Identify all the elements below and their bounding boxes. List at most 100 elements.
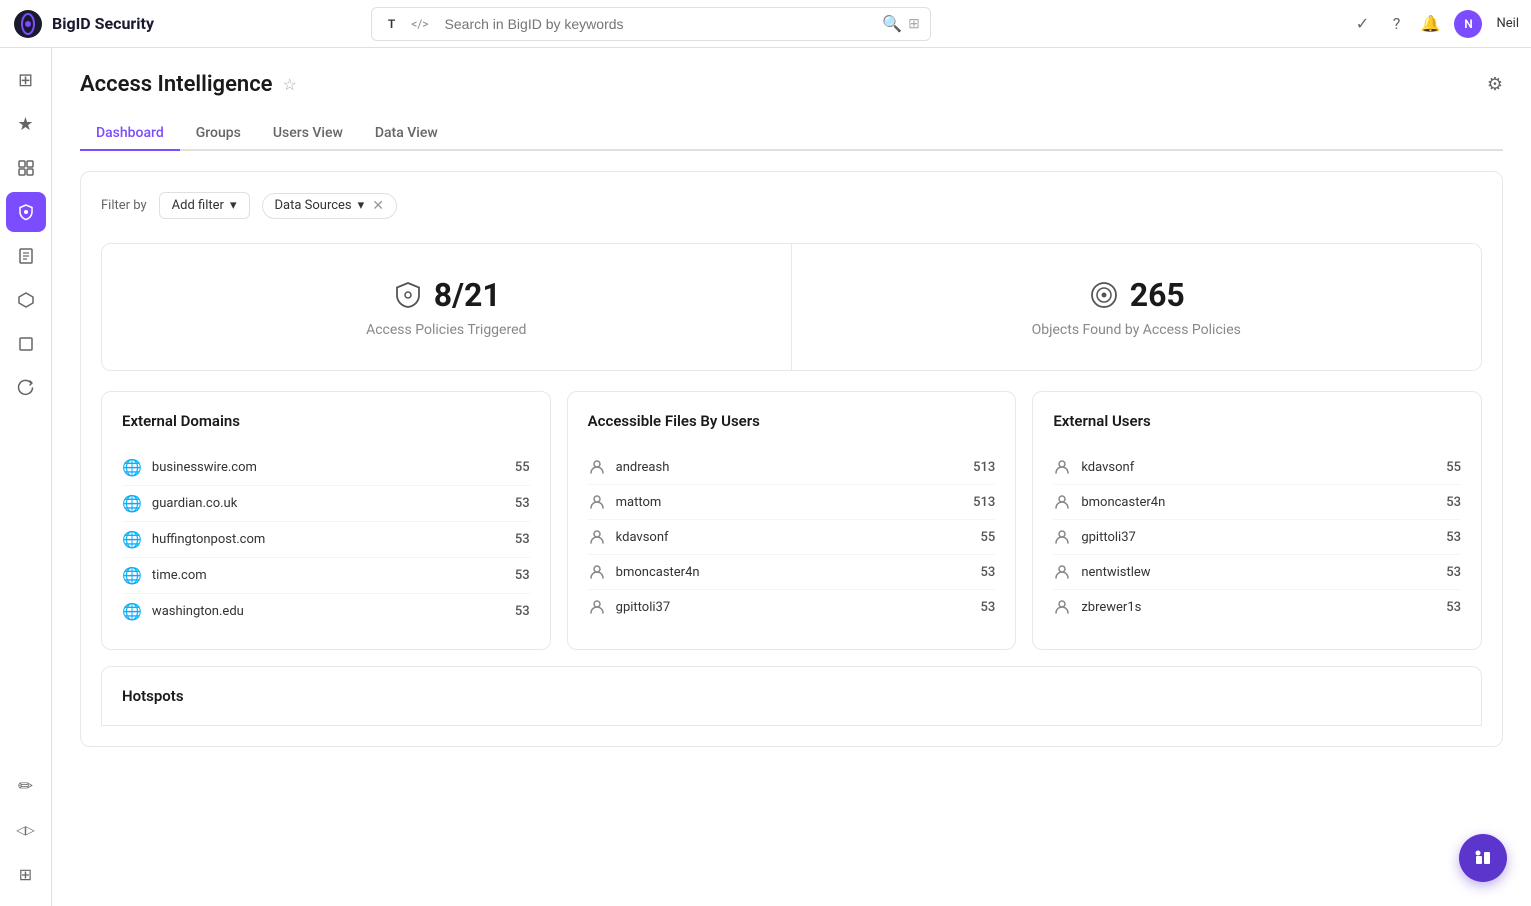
dashboard-panel: Filter by Add filter ▾ Data Sources ▾ ✕ <box>80 171 1503 747</box>
objects-found-label: Objects Found by Access Policies <box>1032 322 1241 338</box>
check-circle-icon[interactable]: ✓ <box>1352 14 1372 34</box>
list-item: 🌐 time.com 53 <box>122 558 530 594</box>
sidebar-bottom: ✏ ◁▷ ⊞ <box>6 766 46 894</box>
sidebar-item-favorites[interactable]: ★ <box>6 104 46 144</box>
access-policies-value-row: 8/21 <box>392 276 501 314</box>
add-filter-button[interactable]: Add filter ▾ <box>159 192 250 219</box>
ext-user-count: 53 <box>1446 600 1461 615</box>
data-sources-chip[interactable]: Data Sources ▾ ✕ <box>262 193 397 219</box>
tab-groups[interactable]: Groups <box>180 117 257 151</box>
sidebar-item-access-intelligence[interactable] <box>6 192 46 232</box>
page-title: Access Intelligence <box>80 72 273 97</box>
shield-stat-icon <box>392 279 424 311</box>
domain-count: 53 <box>515 496 530 511</box>
objects-found-stat: 265 Objects Found by Access Policies <box>792 244 1482 370</box>
user-icon <box>1053 458 1071 476</box>
tab-data-view[interactable]: Data View <box>359 117 454 151</box>
external-domains-title: External Domains <box>122 412 530 430</box>
stats-row: 8/21 Access Policies Triggered 265 Objec… <box>101 243 1482 371</box>
list-item: 🌐 guardian.co.uk 53 <box>122 486 530 522</box>
user-count: 53 <box>981 565 996 580</box>
sidebar-item-network[interactable] <box>6 280 46 320</box>
list-item: bmoncaster4n 53 <box>588 555 996 590</box>
chip-close-icon[interactable]: ✕ <box>372 198 384 214</box>
search-type-toggle: T </> <box>382 15 435 33</box>
page-title-row: Access Intelligence ☆ <box>80 72 297 97</box>
ext-user-count: 53 <box>1446 530 1461 545</box>
access-policies-label: Access Policies Triggered <box>366 322 526 338</box>
ext-user-name: kdavsonf <box>1081 460 1436 475</box>
user-icon <box>588 458 606 476</box>
domain-count: 53 <box>515 532 530 547</box>
logo-text: BigID Security <box>52 14 154 33</box>
access-policies-stat: 8/21 Access Policies Triggered <box>102 244 792 370</box>
help-icon[interactable]: ? <box>1386 14 1406 34</box>
tabs: Dashboard Groups Users View Data View <box>80 117 1503 151</box>
hotspots-card: Hotspots <box>101 666 1482 726</box>
sidebar-item-apps[interactable]: ⊞ <box>6 60 46 100</box>
sidebar-toggle[interactable]: ◁▷ <box>6 810 46 850</box>
code-search-pill[interactable]: </> <box>405 15 434 33</box>
list-item: bmoncaster4n 53 <box>1053 485 1461 520</box>
hotspots-title: Hotspots <box>122 687 1461 705</box>
filter-label: Filter by <box>101 198 147 213</box>
user-name: andreash <box>616 460 964 475</box>
domain-count: 53 <box>515 568 530 583</box>
sidebar-item-reports[interactable] <box>6 236 46 276</box>
chevron-chip-icon: ▾ <box>358 198 365 213</box>
sidebar-item-grid[interactable]: ⊞ <box>6 854 46 894</box>
logo: BigID Security <box>12 8 154 40</box>
ext-user-name: zbrewer1s <box>1081 600 1436 615</box>
chevron-down-icon: ▾ <box>230 198 237 213</box>
network-icon <box>17 291 35 309</box>
sidebar-item-cube[interactable] <box>6 324 46 364</box>
list-item: 🌐 businesswire.com 55 <box>122 450 530 486</box>
user-icon <box>1053 598 1071 616</box>
cards-row: External Domains 🌐 businesswire.com 55 🌐… <box>101 391 1482 650</box>
user-icon <box>588 563 606 581</box>
sidebar-item-sync[interactable] <box>6 368 46 408</box>
user-avatar[interactable]: N <box>1454 10 1482 38</box>
fab-button[interactable] <box>1459 834 1507 882</box>
domain-count: 55 <box>515 460 530 475</box>
domain-count: 53 <box>515 604 530 619</box>
search-bar[interactable]: T </> 🔍 ⊞ <box>371 7 931 41</box>
main-layout: ⊞ ★ <box>0 48 1531 906</box>
external-users-title: External Users <box>1053 412 1461 430</box>
access-policies-value: 8/21 <box>434 276 501 314</box>
accessible-files-list: andreash 513 mattom 513 <box>588 450 996 624</box>
list-item: kdavsonf 55 <box>588 520 996 555</box>
sidebar-item-catalog[interactable] <box>6 148 46 188</box>
user-count: 55 <box>981 530 996 545</box>
settings-gear-icon[interactable]: ⚙ <box>1487 74 1503 95</box>
chevron-toggle-icon: ◁▷ <box>16 823 34 837</box>
edit-icon: ✏ <box>18 776 33 797</box>
domain-name: huffingtonpost.com <box>152 532 505 547</box>
page-header: Access Intelligence ☆ ⚙ <box>80 72 1503 97</box>
text-search-pill[interactable]: T <box>382 15 401 33</box>
sidebar: ⊞ ★ <box>0 48 52 906</box>
favorite-star-icon[interactable]: ☆ <box>283 75 297 94</box>
topbar-right: ✓ ? 🔔 N Neil <box>1352 10 1519 38</box>
list-item: gpittoli37 53 <box>1053 520 1461 555</box>
user-name: gpittoli37 <box>616 600 971 615</box>
sidebar-item-edit[interactable]: ✏ <box>6 766 46 806</box>
external-domains-list: 🌐 businesswire.com 55 🌐 guardian.co.uk 5… <box>122 450 530 629</box>
user-name: bmoncaster4n <box>616 565 971 580</box>
domain-name: time.com <box>152 568 505 583</box>
list-item: 🌐 huffingtonpost.com 53 <box>122 522 530 558</box>
domain-name: businesswire.com <box>152 460 505 475</box>
user-name: kdavsonf <box>616 530 971 545</box>
user-name: Neil <box>1496 16 1519 31</box>
list-item: kdavsonf 55 <box>1053 450 1461 485</box>
globe-icon: 🌐 <box>122 458 142 477</box>
tab-dashboard[interactable]: Dashboard <box>80 117 180 151</box>
user-icon <box>588 528 606 546</box>
objects-found-value-row: 265 <box>1088 276 1185 314</box>
report-icon <box>17 247 35 265</box>
user-icon <box>588 598 606 616</box>
topbar: BigID Security T </> 🔍 ⊞ ✓ ? 🔔 N Neil <box>0 0 1531 48</box>
tab-users-view[interactable]: Users View <box>257 117 359 151</box>
notification-icon[interactable]: 🔔 <box>1420 14 1440 34</box>
search-input[interactable] <box>445 16 877 32</box>
